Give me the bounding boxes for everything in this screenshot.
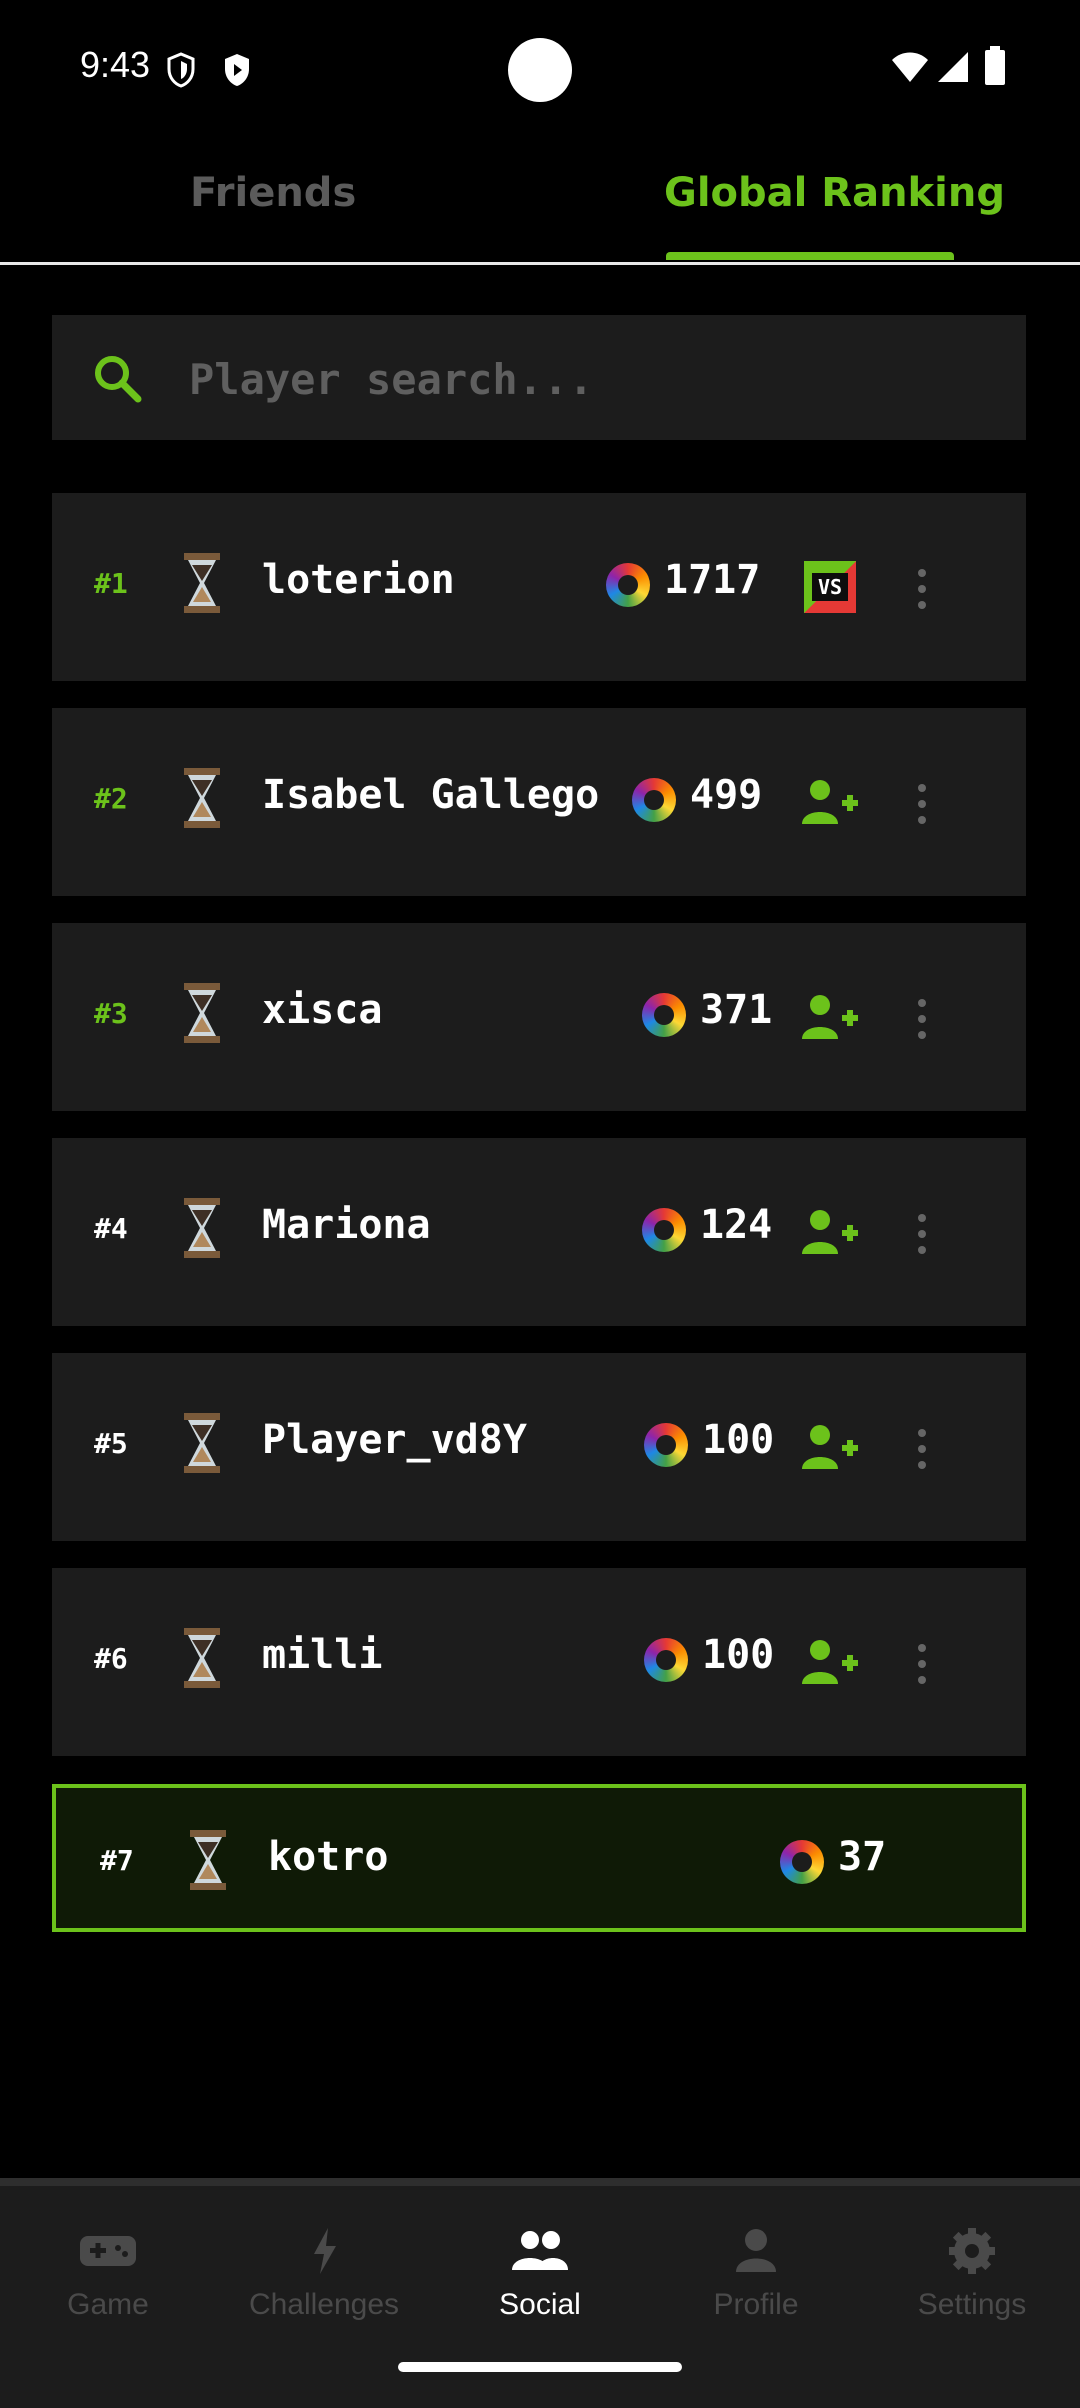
add-friend-icon[interactable] [802,1638,858,1686]
more-options-icon[interactable] [914,784,930,828]
nav-challenges[interactable]: Challenges [224,2226,424,2322]
more-options-icon[interactable] [914,569,930,613]
nav-profile[interactable]: Profile [656,2226,856,2322]
status-bar: 9:43 [0,0,1080,130]
rank-label: #2 [94,782,128,815]
ranking-row[interactable]: #1 loterion 1717 VS [52,493,1026,681]
gear-icon [949,2228,995,2274]
rank-label: #6 [94,1642,128,1675]
player-name: loterion [262,557,455,603]
status-time: 9:43 [80,44,151,85]
add-friend-icon[interactable] [802,993,858,1041]
ranking-tabs: Friends Global Ranking [0,150,1080,265]
versus-label: VS [812,573,848,601]
bolt-icon [314,2228,336,2274]
battery-icon [985,46,1005,85]
add-friend-icon[interactable] [802,1208,858,1256]
more-options-icon[interactable] [914,1644,930,1688]
nav-label: Settings [917,2288,1027,2321]
hourglass-icon [190,1830,226,1890]
bottom-navigation: Game Challenges Social Profile Settings [0,2178,1080,2408]
hourglass-icon [184,1198,220,1258]
points-swirl-icon [606,563,650,607]
tab-friends[interactable]: Friends [190,170,356,216]
home-indicator[interactable] [398,2362,682,2372]
player-name: Player_vd8Y [262,1417,527,1463]
hourglass-icon [184,1413,220,1473]
more-options-icon[interactable] [914,1429,930,1473]
nav-label: Profile [713,2288,799,2321]
wifi-icon [892,52,928,82]
player-name: kotro [268,1834,389,1880]
shield-outline-icon [167,52,195,88]
nav-label: Game [67,2288,149,2321]
score-value: 499 [690,772,763,818]
player-name: xisca [262,987,383,1033]
more-options-icon[interactable] [914,1214,930,1258]
score-value: 100 [702,1632,775,1678]
points-swirl-icon [632,778,676,822]
nav-label: Social [499,2288,581,2321]
player-search-box[interactable] [52,315,1026,440]
rank-label: #5 [94,1427,128,1460]
front-camera [508,38,572,102]
points-swirl-icon [642,1208,686,1252]
rank-label: #7 [100,1844,134,1877]
hourglass-icon [184,768,220,828]
player-search-input[interactable] [187,343,991,415]
nav-label: Challenges [248,2288,400,2321]
active-tab-indicator [666,252,954,260]
score-value: 124 [700,1202,773,1248]
player-name: milli [262,1632,383,1678]
current-user-row[interactable]: #7 kotro 37 [52,1784,1026,1932]
ranking-row[interactable]: #4 Mariona 124 [52,1138,1026,1326]
points-swirl-icon [644,1638,688,1682]
rank-label: #3 [94,997,128,1030]
signal-icon [938,52,968,82]
ranking-row[interactable]: #2 Isabel Gallego 499 [52,708,1026,896]
hourglass-icon [184,553,220,613]
add-friend-icon[interactable] [802,778,858,826]
rank-label: #4 [94,1212,128,1245]
people-icon [512,2231,568,2270]
rank-label: #1 [94,567,128,600]
tab-global-ranking[interactable]: Global Ranking [664,170,1005,216]
score-value: 100 [702,1417,775,1463]
person-icon [736,2229,776,2272]
nav-game[interactable]: Game [8,2226,208,2322]
points-swirl-icon [644,1423,688,1467]
ranking-row[interactable]: #3 xisca 371 [52,923,1026,1111]
search-icon [95,356,142,403]
ranking-row[interactable]: #6 milli 100 [52,1568,1026,1756]
score-value: 37 [838,1834,887,1880]
versus-button[interactable]: VS [804,561,856,613]
points-swirl-icon [780,1840,824,1884]
nav-settings[interactable]: Settings [872,2226,1072,2322]
nav-social[interactable]: Social [440,2226,640,2322]
gamepad-icon [80,2236,136,2266]
more-options-icon[interactable] [914,999,930,1043]
player-name: Isabel Gallego [262,772,600,818]
score-value: 1717 [664,557,761,603]
player-name: Mariona [262,1202,431,1248]
hourglass-icon [184,1628,220,1688]
ranking-row[interactable]: #5 Player_vd8Y 100 [52,1353,1026,1541]
add-friend-icon[interactable] [802,1423,858,1471]
points-swirl-icon [642,993,686,1037]
play-shield-icon [225,54,249,86]
hourglass-icon [184,983,220,1043]
score-value: 371 [700,987,773,1033]
